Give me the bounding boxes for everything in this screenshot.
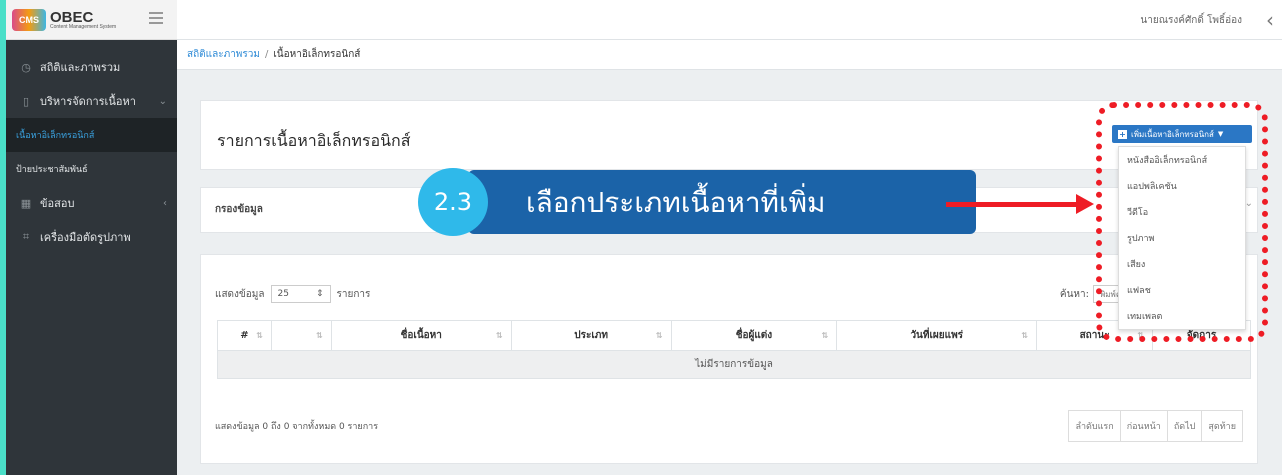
topbar: นายณรงค์ศักดิ์ โพธิ์อ่อง ‹	[177, 0, 1282, 40]
page-size-select[interactable]: 25 ⇕	[270, 285, 331, 303]
sort-icon: ⇅	[655, 331, 663, 340]
sidebar-item-banner[interactable]: ป้ายประชาสัมพันธ์	[6, 152, 177, 186]
grid-icon: ▦	[20, 196, 32, 210]
dashboard-icon: ◷	[21, 60, 31, 74]
step-annotation: 2.3 เลือกประเภทเนื้อหาที่เพิ่ม	[418, 168, 976, 236]
table-info: แสดงข้อมูล 0 ถึง 0 จากทั้งหมด 0 รายการ	[215, 422, 379, 432]
arrow-line	[946, 202, 1078, 207]
sort-icon: ⇅	[821, 331, 829, 340]
crop-icon: ⌗	[22, 230, 30, 243]
menu-toggle-icon[interactable]	[149, 12, 163, 24]
column-header-number[interactable]: # ⇅	[217, 320, 272, 351]
pager-prev[interactable]: ก่อนหน้า	[1121, 411, 1168, 441]
breadcrumb: สถิติและภาพรวม / เนื้อหาอิเล็กทรอนิกส์	[177, 40, 1282, 70]
sort-icon: ⇅	[316, 331, 323, 340]
logo-subtitle: Content Management System	[50, 23, 117, 30]
pagination: ลำดับแรก ก่อนหน้า ถัดไป สุดท้าย	[1068, 410, 1243, 442]
empty-message: ไม่มีรายการข้อมูล	[217, 350, 1251, 379]
sidebar-item-exam[interactable]: ▦ ข้อสอบ ‹	[6, 186, 177, 220]
cms-logo-badge: CMS	[12, 8, 46, 31]
annotation-text: เลือกประเภทเนื้อหาที่เพิ่ม	[526, 186, 826, 219]
sort-icon: ⇅	[256, 331, 263, 340]
column-header-publish-date[interactable]: วันที่เผยแพร่ ⇅	[836, 320, 1038, 351]
table-row: ไม่มีรายการข้อมูล	[217, 350, 1251, 379]
sidebar-item-content-management[interactable]: ▯ บริหารจัดการเนื้อหา ⌄	[6, 84, 177, 118]
logo[interactable]: CMS OBEC Content Management System	[6, 0, 177, 40]
chevron-left-icon: ‹	[163, 197, 167, 209]
arrow-head-icon	[1076, 194, 1094, 214]
highlight-frame	[1096, 102, 1268, 342]
sort-icon: ⇅	[1021, 331, 1029, 340]
chevron-left-icon[interactable]: ‹	[1266, 8, 1274, 32]
pager-first[interactable]: ลำดับแรก	[1069, 411, 1121, 441]
column-header-title[interactable]: ชื่อเนื้อหา ⇅	[330, 320, 512, 351]
pager-next[interactable]: ถัดไป	[1168, 411, 1203, 441]
breadcrumb-current: เนื้อหาอิเล็กทรอนิกส์	[273, 49, 361, 60]
chevron-down-icon: ⌄	[158, 95, 167, 107]
sidebar: CMS OBEC Content Management System ◷ สถิ…	[6, 0, 177, 475]
pager-last[interactable]: สุดท้าย	[1202, 411, 1242, 441]
column-header-author[interactable]: ชื่อผู้แต่ง ⇅	[670, 320, 838, 351]
sidebar-item-image-crop[interactable]: ⌗ เครื่องมือตัดรูปภาพ	[6, 220, 177, 254]
sidebar-item-electronic-content[interactable]: เนื้อหาอิเล็กทรอนิกส์	[6, 118, 177, 152]
app-window: CMS OBEC Content Management System ◷ สถิ…	[6, 0, 1282, 475]
column-header-type[interactable]: ประเภท ⇅	[510, 320, 672, 351]
breadcrumb-root[interactable]: สถิติและภาพรวม	[187, 47, 260, 62]
page-title: รายการเนื้อหาอิเล็กทรอนิกส์	[217, 131, 411, 150]
filter-label: กรองข้อมูล	[215, 204, 263, 215]
sort-icon: ⇅	[495, 331, 503, 340]
column-header-thumbnail[interactable]: ⇅	[270, 320, 332, 351]
logo-title: OBEC	[50, 8, 94, 26]
document-icon: ▯	[22, 94, 30, 108]
select-arrows-icon: ⇕	[315, 289, 324, 299]
user-name[interactable]: นายณรงค์ศักดิ์ โพธิ์อ่อง	[1140, 13, 1242, 28]
sidebar-item-statistics[interactable]: ◷ สถิติและภาพรวม	[6, 50, 177, 84]
step-number: 2.3	[418, 168, 488, 236]
